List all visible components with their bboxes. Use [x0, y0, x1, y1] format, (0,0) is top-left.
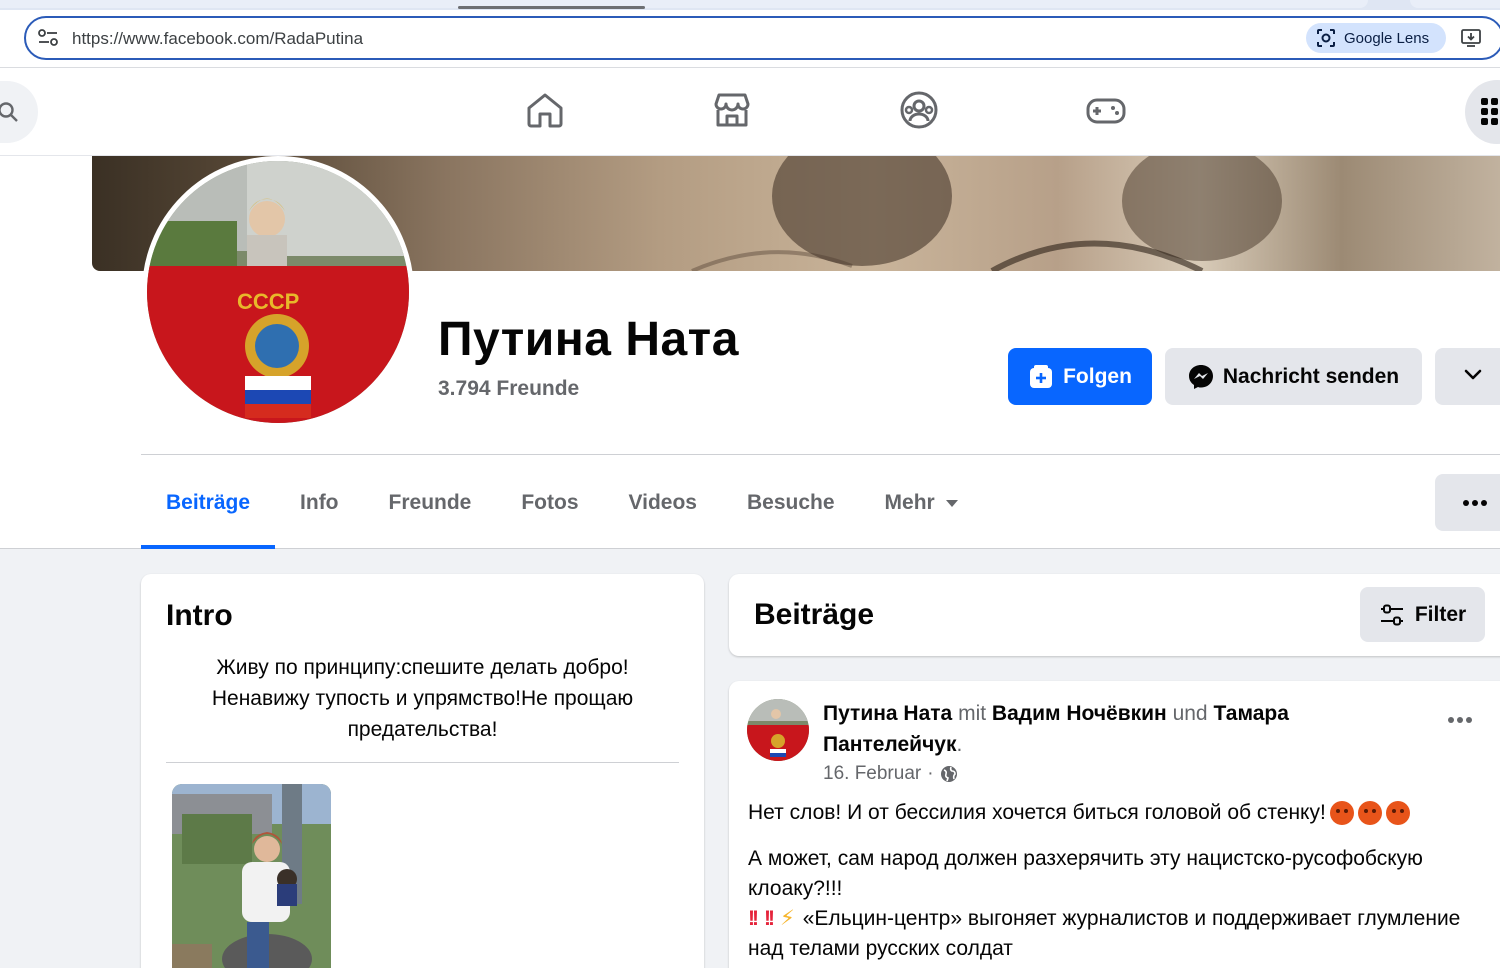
intro-card: Intro Живу по принципу:спешите делать до…: [141, 574, 704, 968]
tab-friends[interactable]: Freunde: [364, 456, 497, 549]
posts-header-card: Beiträge Filter: [729, 574, 1500, 656]
tab-photos[interactable]: Fotos: [496, 456, 603, 549]
post-card: Путина Ната mit Вадим Ночёвкин und Тамар…: [729, 681, 1500, 968]
tagged-person-1[interactable]: Вадим Ночёвкин: [992, 702, 1167, 725]
lens-icon: [1317, 29, 1335, 47]
profile-more-button[interactable]: [1435, 348, 1500, 405]
post-author-line: Путина Ната mit Вадим Ночёвкин und Тамар…: [823, 698, 1383, 760]
intro-divider: [166, 762, 679, 763]
post-meta-separator: ·: [927, 763, 934, 784]
featured-image: [172, 784, 331, 968]
tab-videos[interactable]: Videos: [604, 456, 722, 549]
profile-header: СССР Путина Ната 3.794 Freunde Folgen Na…: [0, 156, 1500, 549]
groups-icon[interactable]: [899, 90, 939, 130]
home-icon[interactable]: [525, 90, 565, 130]
search-button[interactable]: [0, 81, 38, 143]
lens-label: Google Lens: [1344, 29, 1430, 47]
google-lens-button[interactable]: Google Lens: [1306, 23, 1446, 53]
gaming-icon[interactable]: [1086, 90, 1126, 130]
browser-tab[interactable]: [0, 0, 1368, 8]
tab-checkins[interactable]: Besuche: [722, 456, 860, 549]
browser-tab-right[interactable]: [1410, 0, 1500, 8]
install-app-icon[interactable]: [1460, 27, 1482, 49]
browser-tabstrip: [0, 0, 1500, 10]
menu-grid-icon: [1481, 98, 1498, 125]
post-and-text: und: [1172, 702, 1208, 725]
post-text-3: «Ельцин-центр» выгоняет журналистов и по…: [748, 907, 1461, 960]
header-divider: [141, 454, 1500, 455]
angry-face-icon: [1329, 801, 1354, 825]
menu-button[interactable]: [1465, 80, 1500, 144]
intro-title: Intro: [166, 599, 233, 632]
post-text-line-3: !!!! ⚡ «Ельцин-центр» выгоняет журналистов…: [748, 904, 1478, 964]
post-meta: 16. Februar ·: [823, 763, 958, 785]
featured-photo[interactable]: [172, 784, 331, 968]
more-dots-icon: [1463, 500, 1487, 506]
post-author-period: .: [956, 733, 963, 756]
post-options-icon[interactable]: [1447, 716, 1473, 724]
post-text-line-1: Нет слов! И от бессилия хочется биться г…: [748, 801, 1410, 825]
post-with-text: mit: [958, 702, 987, 725]
tab-more-label: Mehr: [884, 490, 935, 514]
profile-options-button[interactable]: [1435, 474, 1500, 531]
url-text[interactable]: https://www.facebook.com/RadaPutina: [72, 29, 363, 49]
follow-button[interactable]: Folgen: [1008, 348, 1152, 405]
avatar-image: СССР: [147, 161, 409, 423]
posts-title: Beiträge: [754, 598, 875, 631]
tab-posts[interactable]: Beiträge: [141, 456, 276, 549]
site-settings-icon[interactable]: [38, 29, 58, 47]
post-author-avatar[interactable]: [747, 699, 809, 761]
tab-indicator: [458, 6, 645, 9]
angry-face-icon: [1385, 801, 1410, 825]
filter-button[interactable]: Filter: [1360, 587, 1485, 642]
post-date[interactable]: 16. Februar: [823, 763, 921, 785]
follow-icon: [1030, 364, 1053, 388]
caret-down-icon: [945, 499, 958, 507]
profile-avatar[interactable]: СССР: [142, 156, 414, 428]
angry-face-icon: [1357, 801, 1382, 825]
marketplace-icon[interactable]: [712, 90, 752, 130]
post-text-1: Нет слов! И от бессилия хочется биться г…: [748, 801, 1326, 824]
friends-count[interactable]: 3.794 Freunde: [438, 377, 579, 401]
lightning-icon: ⚡: [780, 907, 795, 930]
follow-label: Folgen: [1063, 364, 1132, 388]
profile-name: Путина Ната: [438, 313, 739, 366]
tab-info[interactable]: Info: [275, 456, 363, 549]
post-author-name[interactable]: Путина Ната: [823, 702, 952, 725]
double-exclamation-icon: !!: [764, 907, 775, 930]
tab-more[interactable]: Mehr: [860, 456, 984, 549]
intro-bio: Живу по принципу:спешите делать добро! Н…: [211, 656, 634, 741]
messenger-icon: [1188, 364, 1213, 389]
globe-icon[interactable]: [940, 765, 958, 783]
post-avatar-image: [747, 699, 809, 761]
filter-label: Filter: [1414, 602, 1467, 626]
send-message-button[interactable]: Nachricht senden: [1165, 348, 1422, 405]
filter-icon: [1380, 604, 1403, 625]
facebook-navbar: [0, 68, 1500, 156]
profile-tabs: Beiträge Info Freunde Fotos Videos Besuc…: [141, 456, 984, 549]
svg-text:СССР: СССР: [237, 289, 299, 314]
double-exclamation-icon: !!: [748, 907, 759, 930]
post-text-body: А может, сам народ должен разхерячить эт…: [748, 844, 1478, 964]
send-message-label: Nachricht senden: [1222, 364, 1400, 388]
browser-toolbar: https://www.facebook.com/RadaPutina Goog…: [0, 10, 1500, 68]
address-bar[interactable]: https://www.facebook.com/RadaPutina Goog…: [24, 16, 1500, 60]
post-text-2: А может, сам народ должен разхерячить эт…: [748, 847, 1423, 900]
chevron-down-icon: [1464, 369, 1482, 380]
search-icon: [0, 102, 18, 122]
